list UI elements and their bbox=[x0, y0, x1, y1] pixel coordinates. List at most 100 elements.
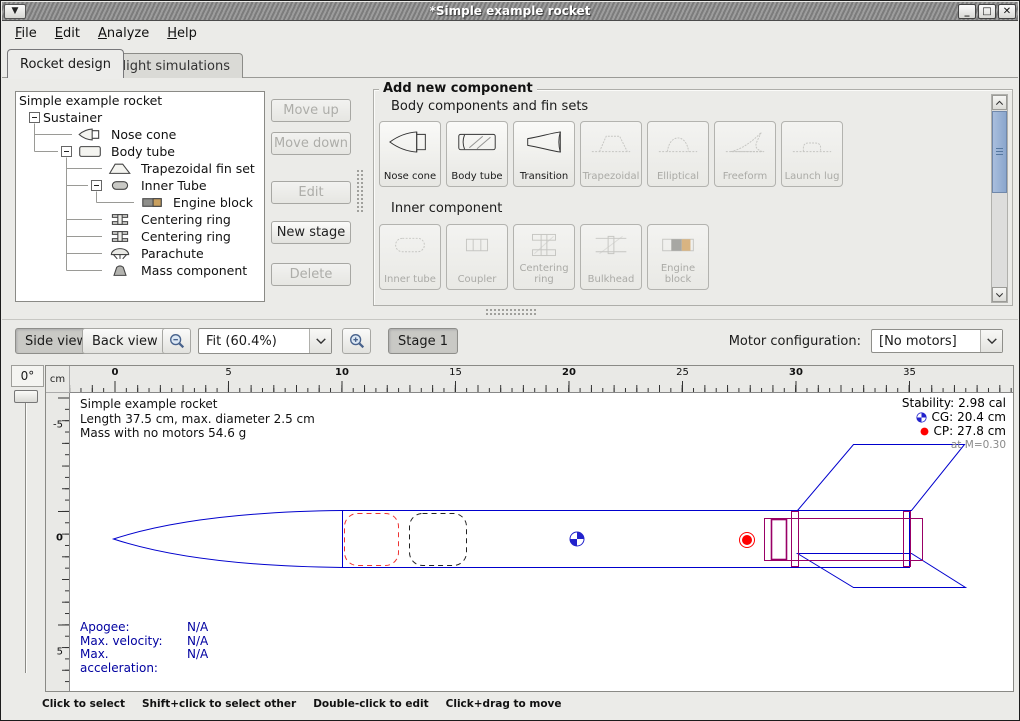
minimize-button[interactable]: _ bbox=[958, 4, 976, 19]
cp-icon bbox=[919, 426, 930, 437]
cg-label: CG: bbox=[931, 410, 953, 424]
stability-label: Stability: bbox=[902, 396, 954, 410]
close-button[interactable]: ✕ bbox=[998, 4, 1016, 19]
vertical-splitter-handle[interactable] bbox=[356, 169, 363, 213]
centering-ring-button[interactable]: Centering ring bbox=[513, 224, 575, 290]
tree-item-nose-cone[interactable]: Nose cone bbox=[75, 126, 264, 143]
flight-data-label: Apogee: bbox=[80, 621, 187, 635]
zoom-in-button[interactable] bbox=[342, 328, 371, 354]
new-stage-button[interactable]: New stage bbox=[271, 221, 351, 244]
scrollbar-down-arrow-icon[interactable] bbox=[992, 287, 1007, 302]
back-view-button[interactable]: Back view bbox=[82, 328, 168, 354]
ruler-tick-label: 20 bbox=[562, 367, 576, 378]
rocket-canvas[interactable]: Simple example rocketLength 37.5 cm, max… bbox=[70, 393, 1013, 691]
cg-marker bbox=[570, 532, 584, 546]
centering-ring-front bbox=[792, 512, 799, 567]
rotation-slider-track[interactable] bbox=[25, 397, 27, 673]
tree-item-centering-ring-1[interactable]: Centering ring bbox=[105, 211, 264, 228]
delete-button[interactable]: Delete bbox=[271, 263, 351, 286]
body-tube-button[interactable]: Body tube bbox=[446, 121, 508, 187]
cp-marker bbox=[740, 533, 755, 548]
group-title: Add new component bbox=[379, 81, 537, 96]
motor-configuration-combo[interactable]: [No motors] bbox=[871, 329, 1003, 353]
bulkhead-button[interactable]: Bulkhead bbox=[580, 224, 642, 290]
engine-block-outline bbox=[772, 520, 787, 560]
zoom-combo-arrow[interactable] bbox=[309, 329, 331, 353]
component-icon bbox=[387, 230, 433, 260]
tree-item-mass-component[interactable]: Mass component bbox=[105, 262, 264, 279]
elliptical-button[interactable]: Elliptical bbox=[647, 121, 709, 187]
stage-1-toggle[interactable]: Stage 1 bbox=[388, 328, 458, 354]
window-menu-button[interactable]: ▼ bbox=[4, 4, 26, 19]
menu-item[interactable]: Edit bbox=[46, 23, 89, 44]
tree-expander-icon[interactable] bbox=[29, 112, 40, 123]
tree-item-parachute[interactable]: Parachute bbox=[105, 245, 264, 262]
scrollbar-thumb[interactable] bbox=[992, 111, 1007, 193]
move-up-button[interactable]: Move up bbox=[271, 99, 351, 122]
maximize-button[interactable]: □ bbox=[978, 4, 996, 19]
tree-expander-icon[interactable] bbox=[61, 146, 72, 157]
tree-item-rocket-root[interactable]: Simple example rocket bbox=[19, 92, 264, 109]
motor-combo-arrow[interactable] bbox=[980, 330, 1002, 352]
engine-block-button[interactable]: Engine block bbox=[647, 224, 709, 290]
ruler-tick-label: 0 bbox=[56, 533, 63, 544]
tree-expander-icon[interactable] bbox=[91, 180, 102, 191]
component-button-label: Engine block bbox=[649, 264, 707, 285]
hint-text: Click+drag to move bbox=[446, 698, 562, 710]
freeform-button[interactable]: Freeform bbox=[714, 121, 776, 187]
tree-item-engine-block[interactable]: Engine block bbox=[137, 194, 264, 211]
tree-item-sustainer[interactable]: Sustainer bbox=[29, 109, 264, 126]
move-down-button[interactable]: Move down bbox=[271, 132, 351, 155]
ruler-tick-label: 30 bbox=[789, 367, 803, 378]
horizontal-splitter-handle[interactable] bbox=[485, 308, 537, 316]
cp-value: 27.8 cm bbox=[957, 424, 1006, 438]
component-button-label: Trapezoidal bbox=[583, 172, 640, 183]
lower-fin bbox=[798, 554, 966, 588]
ruler-tick-label: -5 bbox=[53, 419, 63, 430]
chevron-down-icon bbox=[986, 337, 998, 345]
parachute-outline bbox=[345, 514, 399, 566]
titlebar: ▼ *Simple example rocket _ □ ✕ bbox=[2, 2, 1018, 21]
cp-label: CP: bbox=[934, 424, 954, 438]
component-icon bbox=[521, 230, 567, 260]
component-panel-scrollbar[interactable] bbox=[991, 94, 1008, 303]
tree-item-inner-tube[interactable]: Inner Tube bbox=[91, 177, 264, 194]
rocket-body-outline bbox=[114, 511, 910, 568]
coupler-button[interactable]: Coupler bbox=[446, 224, 508, 290]
rotation-slider-handle[interactable] bbox=[14, 390, 38, 403]
scrollbar-up-arrow-icon[interactable] bbox=[992, 95, 1007, 110]
rocket-info-line: Length 37.5 cm, max. diameter 2.5 cm bbox=[80, 412, 315, 427]
launch-lug-button[interactable]: Launch lug bbox=[781, 121, 843, 187]
nose-cone-button[interactable]: Nose cone bbox=[379, 121, 441, 187]
flight-data-row: Apogee: N/A bbox=[80, 621, 208, 635]
edit-button[interactable]: Edit bbox=[271, 181, 351, 204]
ruler-tick-label: 15 bbox=[449, 367, 462, 378]
tree-item-fin-set[interactable]: Trapezoidal fin set bbox=[105, 160, 264, 177]
inner-tube-button[interactable]: Inner tube bbox=[379, 224, 441, 290]
tree-item-body-tube[interactable]: Body tube bbox=[61, 143, 264, 160]
transition-button[interactable]: Transition bbox=[513, 121, 575, 187]
trapezoidal-button[interactable]: Trapezoidal bbox=[580, 121, 642, 187]
zoom-out-button[interactable] bbox=[162, 328, 191, 354]
component-button-label: Body tube bbox=[451, 172, 502, 183]
tab-rocket-design[interactable]: Rocket design bbox=[7, 49, 124, 78]
component-button-label: Transition bbox=[520, 172, 568, 183]
ruler-tick-label: 5 bbox=[225, 367, 231, 378]
rotation-angle-field[interactable]: 0° bbox=[11, 365, 44, 387]
menubar: FileEditAnalyzeHelp bbox=[2, 21, 1018, 45]
tree-item-label: Body tube bbox=[111, 144, 175, 159]
component-tree[interactable]: Simple example rocket Sustainer Nose con… bbox=[15, 91, 265, 302]
menu-item[interactable]: Analyze bbox=[89, 23, 158, 44]
tree-item-centering-ring-2[interactable]: Centering ring bbox=[105, 228, 264, 245]
component-button-label: Elliptical bbox=[657, 172, 699, 183]
tree-item-icon bbox=[105, 162, 135, 175]
menu-item[interactable]: File bbox=[6, 23, 46, 44]
menu-item[interactable]: Help bbox=[158, 23, 206, 44]
panel-separator bbox=[2, 319, 1018, 320]
component-icon bbox=[454, 230, 500, 260]
flight-data-row: Max. velocity: N/A bbox=[80, 635, 208, 649]
zoom-level-combo[interactable]: Fit (60.4%) bbox=[198, 328, 332, 354]
tree-item-label: Centering ring bbox=[141, 229, 231, 244]
stability-info: Stability: 2.98 cal CG: 20.4 cm CP: 27.8… bbox=[902, 396, 1006, 452]
inner-component-buttons: Inner tube Coupler Centering ring Bulkhe… bbox=[379, 224, 709, 290]
